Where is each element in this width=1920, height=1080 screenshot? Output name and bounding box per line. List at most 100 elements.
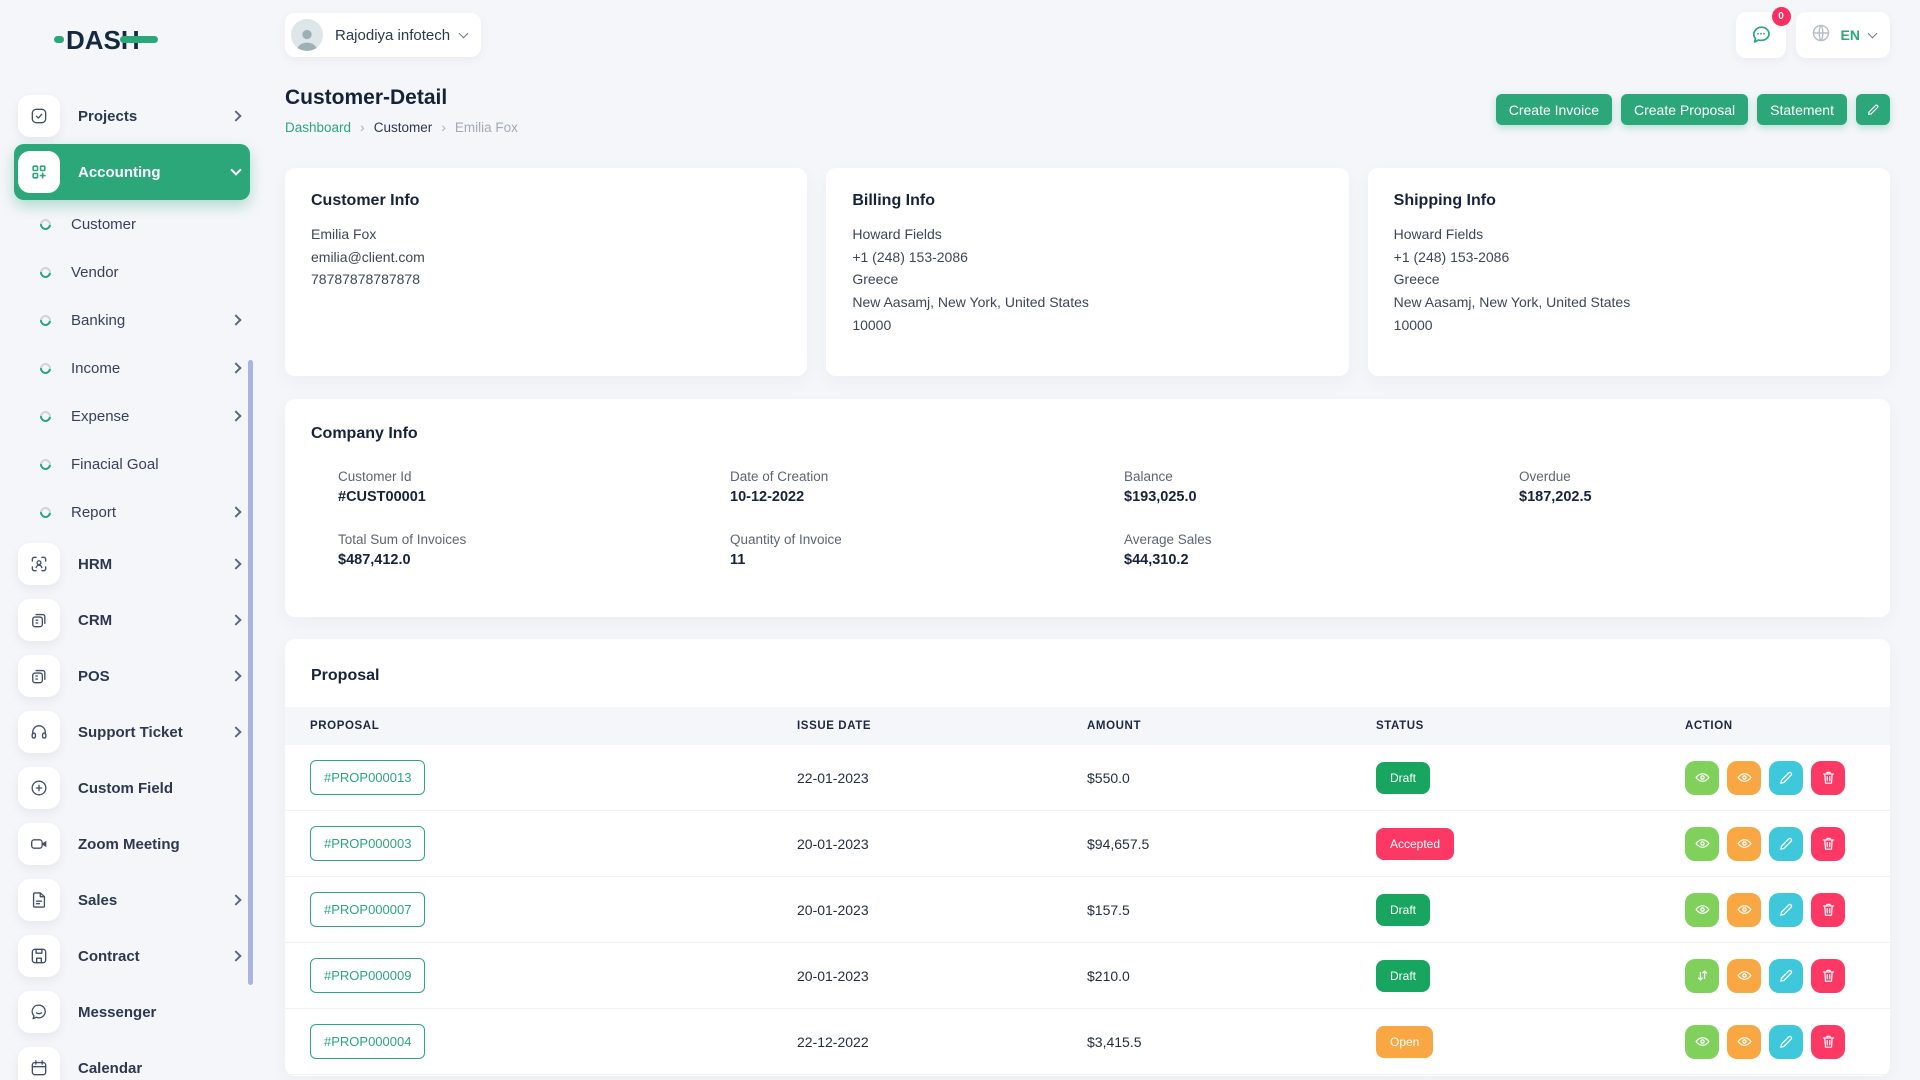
brand-logo[interactable]: DASH — [54, 18, 250, 62]
sidebar-item-hrm[interactable]: HRM — [14, 536, 250, 592]
globe-icon — [1810, 22, 1832, 49]
amount-cell: $3,415.5 — [1087, 1009, 1376, 1075]
breadcrumb-item-dashboard[interactable]: Dashboard — [285, 120, 351, 135]
view-action-button[interactable] — [1685, 827, 1719, 861]
convert-action-button[interactable] — [1685, 959, 1719, 993]
language-selector[interactable]: EN — [1796, 12, 1890, 58]
info-line: Emilia Fox — [311, 223, 781, 246]
status-badge: Open — [1376, 1026, 1433, 1058]
zoom-meeting-icon — [18, 823, 60, 865]
view-action-button[interactable] — [1727, 1025, 1761, 1059]
amount-cell: $210.0 — [1087, 943, 1376, 1009]
edit-action-button[interactable] — [1769, 959, 1803, 993]
sidebar-item-contract[interactable]: Contract — [14, 928, 250, 984]
proposal-id-link[interactable]: #PROP000004 — [310, 1024, 425, 1059]
delete-action-button[interactable] — [1811, 893, 1845, 927]
delete-action-button[interactable] — [1811, 827, 1845, 861]
sidebar-item-banking[interactable]: Banking — [14, 296, 250, 344]
sidebar-item-finacial-goal[interactable]: Finacial Goal — [14, 440, 250, 488]
row-actions — [1685, 959, 1890, 993]
card-title: Proposal — [285, 667, 1890, 685]
edit-customer-button[interactable] — [1856, 94, 1890, 125]
chevron-right-icon — [230, 670, 241, 681]
field-label: Total Sum of Invoices — [338, 532, 730, 547]
sidebar-item-messenger[interactable]: Messenger — [14, 984, 250, 1040]
info-line: Greece — [852, 268, 1322, 291]
delete-action-button[interactable] — [1811, 761, 1845, 795]
table-row: #PROP000004 22-12-2022$3,415.5Open — [285, 1009, 1890, 1075]
sidebar-item-calendar[interactable]: Calendar — [14, 1040, 250, 1080]
status-badge: Accepted — [1376, 828, 1454, 860]
sidebar-item-custom-field[interactable]: Custom Field — [14, 760, 250, 816]
proposal-id-cell: #PROP000007 — [285, 877, 797, 943]
sidebar-scrollbar[interactable] — [248, 360, 253, 985]
action-cell — [1685, 811, 1890, 877]
billing-info-card: Billing Info Howard Fields+1 (248) 153-2… — [826, 168, 1348, 376]
view-action-button[interactable] — [1685, 1025, 1719, 1059]
sidebar-item-accounting[interactable]: Accounting — [14, 144, 250, 200]
accounting-icon — [18, 151, 60, 193]
chevron-right-icon — [230, 726, 241, 737]
sidebar-item-zoom-meeting[interactable]: Zoom Meeting — [14, 816, 250, 872]
status-badge: Draft — [1376, 762, 1430, 794]
view-action-button[interactable] — [1685, 761, 1719, 795]
sidebar-item-vendor[interactable]: Vendor — [14, 248, 250, 296]
field-label: Average Sales — [1124, 532, 1519, 547]
sidebar-item-crm[interactable]: CRM — [14, 592, 250, 648]
column-header-amount: AMOUNT — [1087, 707, 1376, 745]
edit-action-button[interactable] — [1769, 1025, 1803, 1059]
sidebar-item-label: Projects — [78, 108, 137, 125]
sidebar-item-label: Report — [71, 504, 116, 521]
edit-action-button[interactable] — [1769, 761, 1803, 795]
workspace-selector[interactable]: Rajodiya infotech — [285, 13, 481, 57]
create-proposal-button[interactable]: Create Proposal — [1621, 94, 1748, 125]
column-header-action: ACTION — [1685, 707, 1890, 745]
sidebar-item-projects[interactable]: Projects — [14, 88, 250, 144]
sidebar-item-customer[interactable]: Customer — [14, 200, 250, 248]
sidebar-item-label: Custom Field — [78, 780, 173, 797]
sidebar-item-expense[interactable]: Expense — [14, 392, 250, 440]
edit-action-button[interactable] — [1769, 893, 1803, 927]
sidebar-item-sales[interactable]: Sales — [14, 872, 250, 928]
pos-icon — [18, 655, 60, 697]
sidebar-item-label: Sales — [78, 892, 117, 909]
proposal-id-link[interactable]: #PROP000007 — [310, 892, 425, 927]
view-action-button[interactable] — [1727, 827, 1761, 861]
chevron-right-icon — [230, 362, 241, 373]
info-line: +1 (248) 153-2086 — [1394, 246, 1864, 269]
chevron-right-icon: › — [441, 119, 446, 135]
view-action-button[interactable] — [1727, 761, 1761, 795]
delete-action-button[interactable] — [1811, 959, 1845, 993]
field-value: #CUST00001 — [338, 489, 730, 505]
sidebar-item-support-ticket[interactable]: Support Ticket — [14, 704, 250, 760]
delete-action-button[interactable] — [1811, 1025, 1845, 1059]
field-value: $193,025.0 — [1124, 489, 1519, 505]
messages-button[interactable]: 0 — [1736, 12, 1786, 58]
pencil-icon — [1866, 102, 1881, 117]
view-action-button[interactable] — [1727, 893, 1761, 927]
create-invoice-button[interactable]: Create Invoice — [1496, 94, 1612, 125]
chevron-right-icon — [230, 110, 241, 121]
proposal-id-link[interactable]: #PROP000003 — [310, 826, 425, 861]
proposal-id-link[interactable]: #PROP000009 — [310, 958, 425, 993]
sidebar-item-report[interactable]: Report — [14, 488, 250, 536]
proposal-id-link[interactable]: #PROP000013 — [310, 760, 425, 795]
sidebar-item-income[interactable]: Income — [14, 344, 250, 392]
view-action-button[interactable] — [1685, 893, 1719, 927]
issue-date-cell: 22-12-2022 — [797, 1009, 1087, 1075]
company-field-average-sales: Average Sales$44,310.2 — [1124, 532, 1519, 568]
field-value: $187,202.5 — [1519, 489, 1864, 505]
table-row: #PROP00000320-01-2023$94,657.5Accepted — [285, 811, 1890, 877]
bullet-icon — [38, 216, 53, 231]
view-action-button[interactable] — [1727, 959, 1761, 993]
chevron-right-icon — [230, 950, 241, 961]
crm-icon — [18, 599, 60, 641]
contract-icon — [18, 935, 60, 977]
statement-button[interactable]: Statement — [1757, 94, 1847, 125]
edit-action-button[interactable] — [1769, 827, 1803, 861]
status-cell: Draft — [1376, 745, 1685, 811]
projects-icon — [18, 95, 60, 137]
proposal-card: Proposal PROPOSALISSUE DATEAMOUNTSTATUSA… — [285, 639, 1890, 1076]
sidebar-item-pos[interactable]: POS — [14, 648, 250, 704]
field-value: 11 — [730, 552, 1124, 568]
